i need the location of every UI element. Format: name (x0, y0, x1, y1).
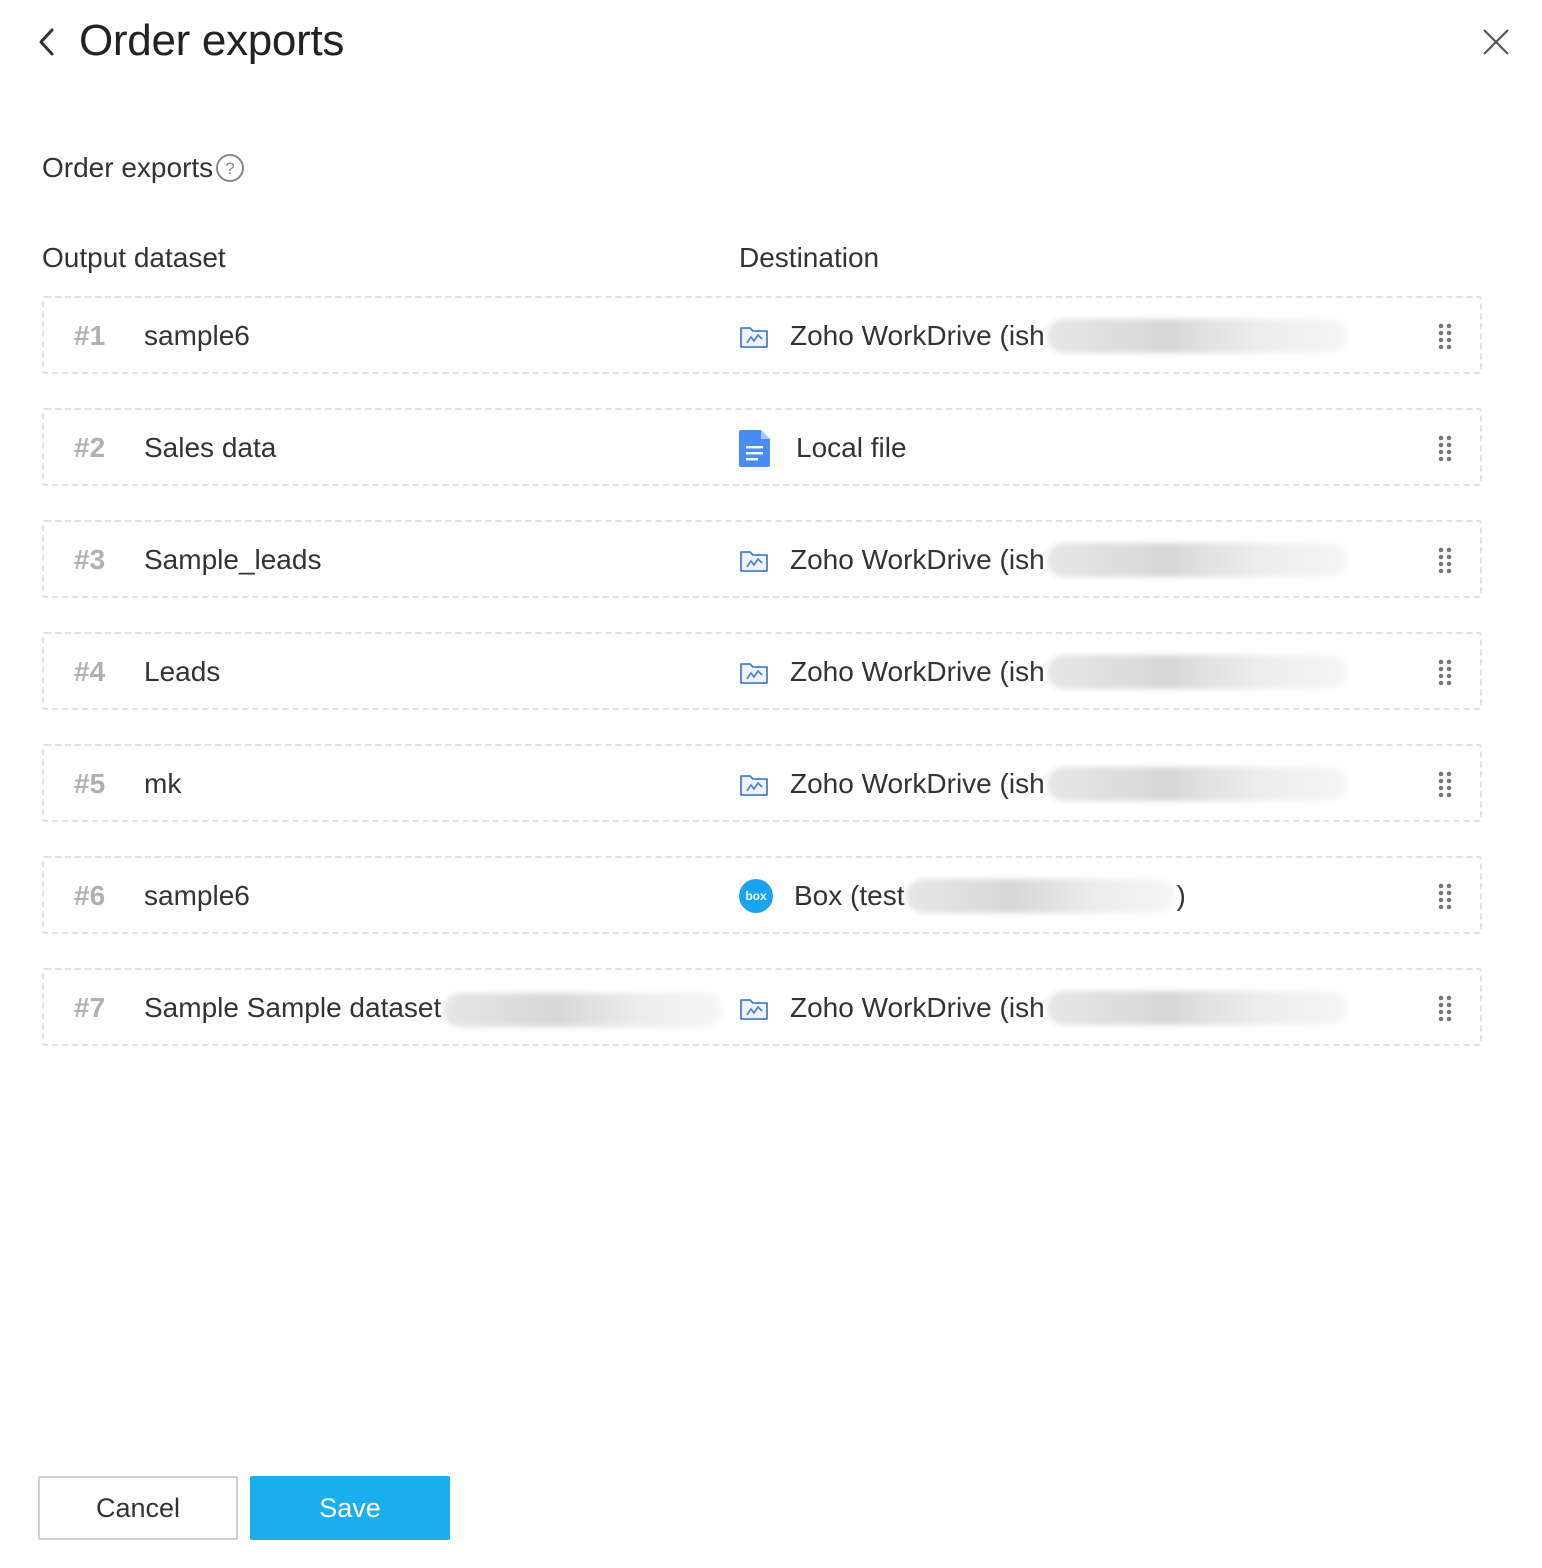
dataset-name-text: Sales data (144, 432, 277, 463)
export-row[interactable]: #7 Sample Sample dataset Zoho WorkDrive (i… (42, 968, 1482, 1046)
close-icon (1483, 29, 1509, 55)
help-icon[interactable]: ? (215, 153, 245, 183)
close-button[interactable] (1476, 22, 1516, 62)
workdrive-folder-icon (738, 992, 770, 1024)
export-row[interactable]: #5 mk Zoho WorkDrive (ish (42, 744, 1482, 822)
row-number: #7 (74, 992, 106, 1023)
dataset-name-text: mk (144, 768, 182, 799)
section-title-text: Order exports (42, 152, 214, 183)
redacted-text (1046, 655, 1347, 689)
destination: Zoho WorkDrive (ish (738, 970, 1347, 1046)
row-number: #2 (74, 432, 106, 463)
footer: Cancel Save (38, 1476, 450, 1540)
redacted-text (1046, 543, 1347, 577)
export-row[interactable]: #1 sample6 Zoho WorkDrive (ish (42, 296, 1482, 374)
drag-handle-icon[interactable] (1434, 432, 1456, 464)
dataset-name: sample6 (144, 858, 250, 934)
dataset-name: Sample Sample dataset (144, 970, 724, 1046)
destination: box Box (test) (738, 858, 1186, 934)
drag-handle-icon[interactable] (1434, 992, 1456, 1024)
export-row[interactable]: #4 Leads Zoho WorkDrive (ish (42, 632, 1482, 710)
column-header-output: Output dataset (42, 242, 226, 273)
destination-label: Zoho WorkDrive (ish (790, 656, 1045, 687)
destination-label: Zoho WorkDrive (ish (790, 992, 1045, 1023)
page-title: Order exports (79, 16, 345, 65)
redacted-text (443, 992, 724, 1027)
redacted-text (1046, 767, 1347, 801)
row-number: #3 (74, 544, 106, 575)
workdrive-folder-icon (738, 320, 770, 352)
row-number: #4 (74, 656, 106, 687)
dataset-name: Leads (144, 634, 220, 710)
drag-handle-icon[interactable] (1434, 656, 1456, 688)
destination-label-suffix: ) (1176, 880, 1186, 911)
destination: Local file (738, 410, 907, 486)
drag-handle-icon[interactable] (1434, 880, 1456, 912)
dataset-name-text: Sample_leads (144, 544, 322, 575)
dataset-name-text: Sample Sample dataset (144, 992, 442, 1023)
destination-label: Zoho WorkDrive (ish (790, 320, 1045, 351)
destination-label: Zoho WorkDrive (ish (790, 544, 1045, 575)
row-number: #6 (74, 880, 106, 911)
destination: Zoho WorkDrive (ish (738, 746, 1347, 822)
export-order-list: #1 sample6 Zoho WorkDrive (ish #2 Sales data… (42, 296, 1482, 1080)
destination: Zoho WorkDrive (ish (738, 634, 1347, 710)
dataset-name: Sales data (144, 410, 276, 486)
row-number: #1 (74, 320, 106, 351)
destination-label: Zoho WorkDrive (ish (790, 768, 1045, 799)
workdrive-folder-icon (738, 768, 770, 800)
destination: Zoho WorkDrive (ish (738, 298, 1347, 374)
dataset-name-text: sample6 (144, 320, 250, 351)
redacted-text (1046, 991, 1347, 1025)
chevron-left-icon (39, 28, 54, 56)
dataset-name-text: sample6 (144, 880, 250, 911)
destination: Zoho WorkDrive (ish (738, 522, 1347, 598)
destination-label: Local file (796, 432, 907, 463)
dataset-name: Sample_leads (144, 522, 321, 598)
workdrive-folder-icon (738, 656, 770, 688)
cancel-button[interactable]: Cancel (38, 1476, 238, 1540)
column-header-destination: Destination (739, 242, 880, 273)
drag-handle-icon[interactable] (1434, 320, 1456, 352)
drag-handle-icon[interactable] (1434, 768, 1456, 800)
header: Order exports (0, 0, 1542, 90)
export-row[interactable]: #6 sample6 box Box (test) (42, 856, 1482, 934)
svg-text:box: box (745, 889, 767, 903)
destination-label: Box (test (794, 880, 905, 911)
redacted-text (906, 879, 1177, 913)
dataset-name-text: Leads (144, 656, 221, 687)
dataset-name: mk (144, 746, 181, 822)
workdrive-folder-icon (738, 544, 770, 576)
box-icon: box (738, 878, 774, 914)
local-file-icon (738, 428, 772, 468)
svg-text:?: ? (225, 159, 234, 178)
export-row[interactable]: #3 Sample_leads Zoho WorkDrive (ish (42, 520, 1482, 598)
redacted-text (1046, 319, 1347, 353)
row-number: #5 (74, 768, 106, 799)
save-button[interactable]: Save (250, 1476, 450, 1540)
export-row[interactable]: #2 Sales data Local file (42, 408, 1482, 486)
drag-handle-icon[interactable] (1434, 544, 1456, 576)
back-button[interactable] (34, 24, 62, 60)
section-title: Order exports ? (42, 152, 245, 184)
dataset-name: sample6 (144, 298, 250, 374)
